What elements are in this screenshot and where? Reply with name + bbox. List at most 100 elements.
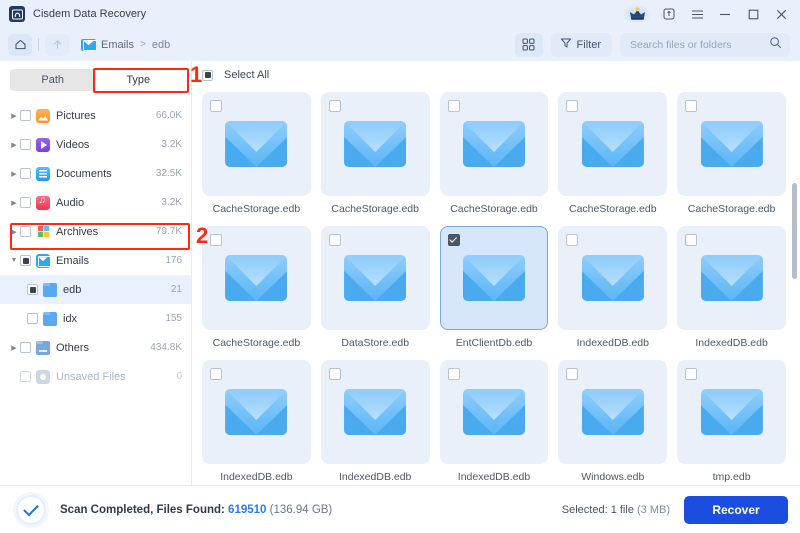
file-thumbnail[interactable] <box>439 92 549 196</box>
tab-type[interactable]: Type <box>95 69 181 91</box>
file-tile[interactable]: CacheStorage.edb <box>558 89 668 223</box>
file-thumbnail[interactable] <box>558 92 668 196</box>
upgrade-icon[interactable] <box>656 2 682 26</box>
file-thumbnail[interactable] <box>439 360 549 464</box>
file-checkbox[interactable] <box>566 368 579 380</box>
search-icon[interactable] <box>769 36 782 54</box>
chevron-right-icon[interactable]: ▶ <box>8 344 20 352</box>
file-checkbox[interactable] <box>447 100 460 112</box>
crown-premium-icon[interactable] <box>620 2 654 26</box>
file-thumbnail[interactable] <box>202 226 311 330</box>
file-thumbnail[interactable] <box>558 226 668 330</box>
breadcrumb-current[interactable]: edb <box>152 39 170 51</box>
file-thumbnail[interactable] <box>320 92 430 196</box>
file-checkbox[interactable] <box>328 368 341 380</box>
file-thumbnail[interactable] <box>558 360 668 464</box>
vertical-scrollbar-thumb[interactable] <box>792 183 797 279</box>
file-thumbnail[interactable] <box>320 360 430 464</box>
sidebar-checkbox-videos[interactable] <box>20 139 31 150</box>
file-checkbox[interactable] <box>566 100 579 112</box>
toolbar-divider <box>38 38 39 51</box>
sidebar-item-others[interactable]: ▶ Others 434.8K <box>0 333 191 362</box>
file-checkbox[interactable] <box>447 368 460 380</box>
file-name-label: DataStore.edb <box>341 337 410 349</box>
file-tile[interactable]: tmp.edb <box>677 357 786 485</box>
filter-button[interactable]: Filter <box>550 32 612 57</box>
chevron-right-icon[interactable]: ▶ <box>8 141 20 149</box>
select-all-checkbox[interactable] <box>202 69 213 81</box>
file-thumbnail[interactable] <box>677 360 786 464</box>
sidebar-checkbox-idx[interactable] <box>27 313 38 324</box>
sidebar: Path Type ▶ Pictures 66.0K ▶ Videos 3.2K ▶ Docu… <box>0 61 192 485</box>
file-checkbox[interactable] <box>210 234 222 246</box>
tab-path[interactable]: Path <box>10 69 96 91</box>
grid-view-icon[interactable] <box>514 32 543 57</box>
recover-button[interactable]: Recover <box>684 495 788 524</box>
file-checkbox[interactable] <box>328 234 341 246</box>
file-checkbox[interactable] <box>566 234 579 246</box>
file-tile[interactable]: EntClientDb.edb <box>439 223 549 357</box>
scan-complete-check-icon <box>16 494 46 525</box>
minimize-icon[interactable] <box>712 2 738 26</box>
chevron-down-icon[interactable]: ▼ <box>8 257 20 264</box>
sidebar-checkbox-emails[interactable] <box>20 255 31 266</box>
file-thumbnail[interactable] <box>439 226 549 330</box>
maximize-icon[interactable] <box>740 2 766 26</box>
file-checkbox[interactable] <box>447 234 460 246</box>
file-tile[interactable]: IndexedDB.edb <box>439 357 549 485</box>
select-all-row[interactable]: Select All <box>192 61 800 89</box>
sidebar-item-idx[interactable]: idx 155 <box>0 304 191 333</box>
sidebar-item-videos[interactable]: ▶ Videos 3.2K <box>0 130 191 159</box>
hamburger-menu-icon[interactable] <box>684 2 710 26</box>
file-tile[interactable]: IndexedDB.edb <box>320 357 430 485</box>
file-tile[interactable]: CacheStorage.edb <box>202 223 311 357</box>
file-thumbnail[interactable] <box>320 226 430 330</box>
sidebar-checkbox-unsaved-files[interactable] <box>20 371 31 382</box>
sidebar-item-documents[interactable]: ▶ Documents 32.5K <box>0 159 191 188</box>
file-tile[interactable]: CacheStorage.edb <box>202 89 311 223</box>
file-tile[interactable]: CacheStorage.edb <box>439 89 549 223</box>
sidebar-item-edb[interactable]: edb 21 <box>0 275 191 304</box>
file-checkbox[interactable] <box>685 100 698 112</box>
file-tile[interactable]: CacheStorage.edb <box>677 89 786 223</box>
file-checkbox[interactable] <box>210 368 222 380</box>
breadcrumb-root[interactable]: Emails <box>101 39 134 51</box>
sidebar-checkbox-pictures[interactable] <box>20 110 31 121</box>
chevron-right-icon[interactable]: ▶ <box>8 112 20 120</box>
file-tile[interactable]: Windows.edb <box>558 357 668 485</box>
file-thumbnail[interactable] <box>202 92 311 196</box>
sidebar-checkbox-edb[interactable] <box>27 284 38 295</box>
arrow-up-icon[interactable] <box>45 33 69 56</box>
file-thumbnail[interactable] <box>677 92 786 196</box>
sidebar-item-pictures[interactable]: ▶ Pictures 66.0K <box>0 101 191 130</box>
file-checkbox[interactable] <box>328 100 341 112</box>
chevron-right-icon[interactable]: ▶ <box>8 228 20 236</box>
sidebar-item-count: 66.0K <box>155 110 182 121</box>
sidebar-checkbox-documents[interactable] <box>20 168 31 179</box>
email-file-icon <box>700 255 763 301</box>
sidebar-item-unsaved-files[interactable]: Unsaved Files 0 <box>0 362 191 391</box>
file-tile[interactable]: IndexedDB.edb <box>677 223 786 357</box>
sidebar-item-count: 155 <box>165 313 182 324</box>
search-box[interactable] <box>620 32 790 57</box>
sidebar-item-archives[interactable]: ▶ Archives 79.7K <box>0 217 191 246</box>
file-tile[interactable]: DataStore.edb <box>320 223 430 357</box>
chevron-right-icon[interactable]: ▶ <box>8 199 20 207</box>
file-tile[interactable]: CacheStorage.edb <box>320 89 430 223</box>
file-tile[interactable]: IndexedDB.edb <box>202 357 311 485</box>
chevron-right-icon[interactable]: ▶ <box>8 170 20 178</box>
file-checkbox[interactable] <box>210 100 222 112</box>
sidebar-item-audio[interactable]: ▶ Audio 3.2K <box>0 188 191 217</box>
sidebar-checkbox-audio[interactable] <box>20 197 31 208</box>
file-thumbnail[interactable] <box>202 360 311 464</box>
search-input[interactable] <box>630 38 769 51</box>
sidebar-item-emails[interactable]: ▼ Emails 176 <box>0 246 191 275</box>
file-checkbox[interactable] <box>685 368 698 380</box>
file-checkbox[interactable] <box>685 234 698 246</box>
file-thumbnail[interactable] <box>677 226 786 330</box>
file-tile[interactable]: IndexedDB.edb <box>558 223 668 357</box>
home-icon[interactable] <box>8 33 32 56</box>
sidebar-checkbox-others[interactable] <box>20 342 31 353</box>
sidebar-checkbox-archives[interactable] <box>20 226 31 237</box>
close-icon[interactable] <box>768 2 794 26</box>
